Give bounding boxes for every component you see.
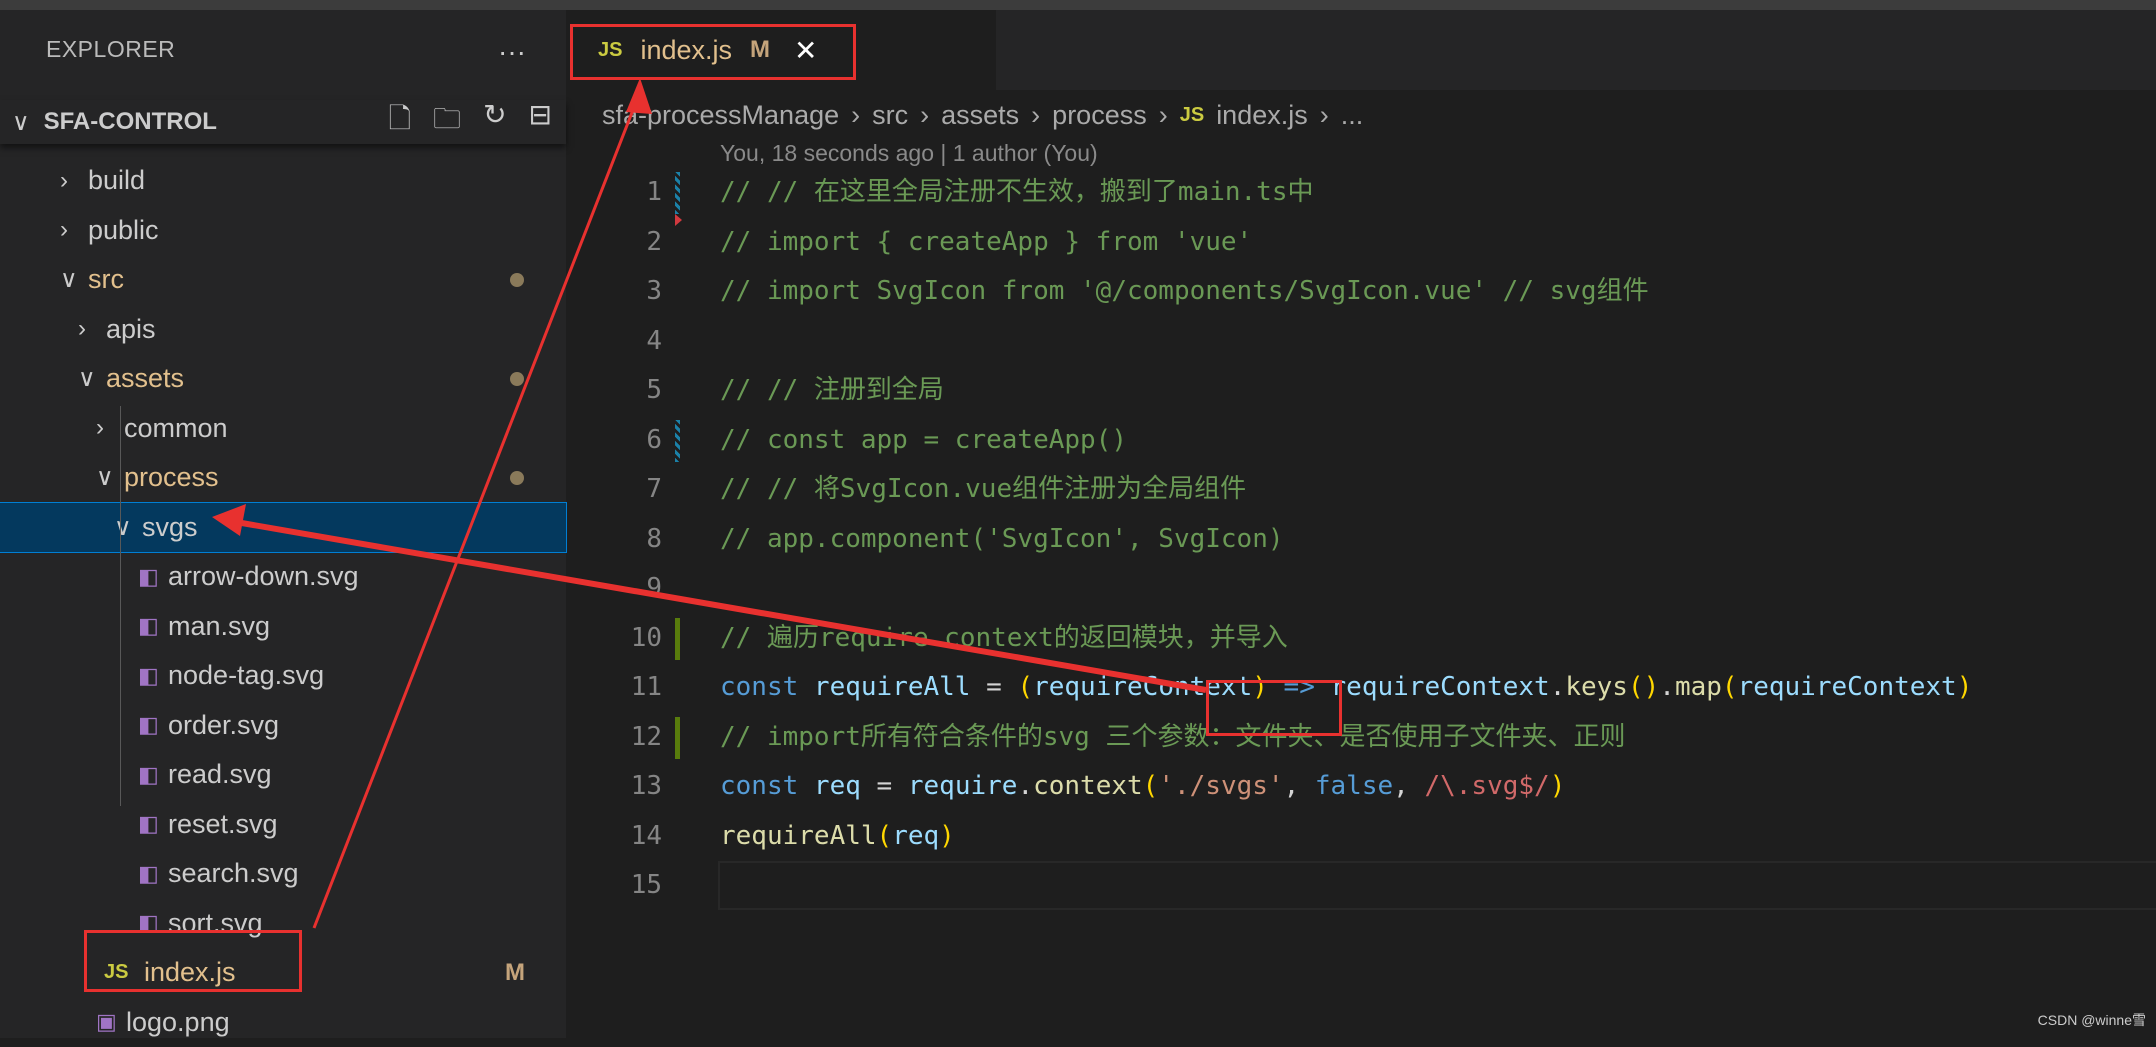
annotation-arrows [0, 0, 2156, 1038]
new-file-icon[interactable]: 🗋 [389, 98, 412, 146]
project-name: SFA-CONTROL [44, 108, 217, 136]
new-folder-icon[interactable]: 🗀 [433, 98, 461, 146]
refresh-icon[interactable]: ↻ [483, 98, 506, 146]
project-header[interactable]: ∨ SFA-CONTROL 🗋 🗀 ↻ ⊟ [0, 100, 566, 144]
arrowhead-tab [626, 78, 652, 114]
watermark: CSDN @winne雪 [2038, 1010, 2146, 1030]
arrow-line-to-svgs [236, 522, 1206, 690]
collapse-all-icon[interactable]: ⊟ [529, 98, 552, 146]
project-actions: 🗋 🗀 ↻ ⊟ [389, 98, 552, 146]
arrow-line-to-tab [314, 92, 640, 928]
chevron-down-icon: ∨ [12, 108, 30, 137]
arrowhead-svgs [212, 504, 246, 536]
